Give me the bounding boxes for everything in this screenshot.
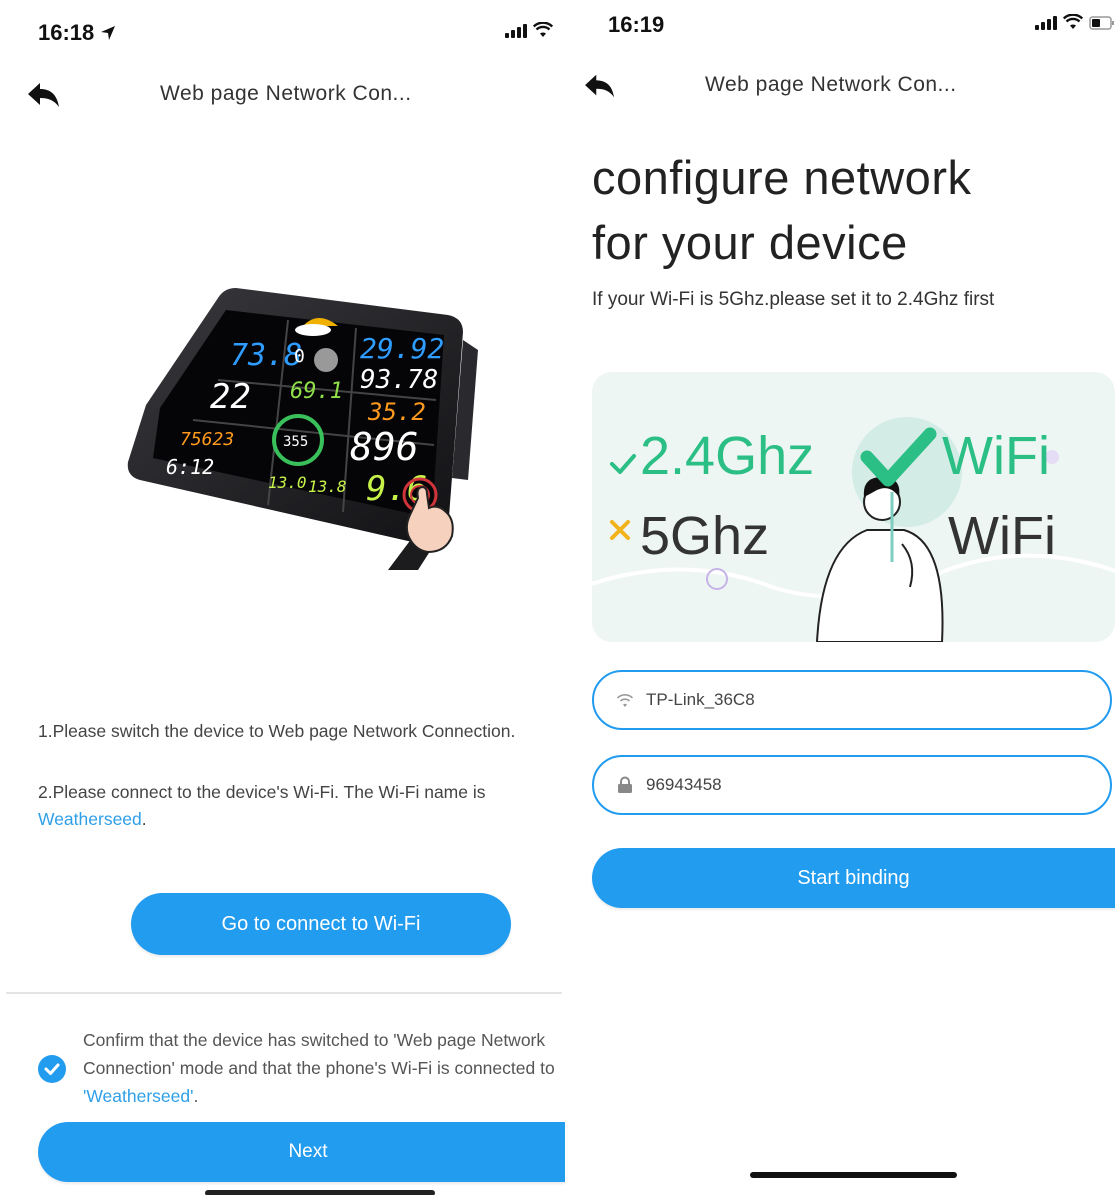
- display-direction: 355: [283, 434, 308, 450]
- signal-icon: [505, 24, 527, 38]
- status-icons: [505, 22, 553, 38]
- ssid-value: TP-Link_36C8: [646, 690, 755, 709]
- password-value: 96943458: [646, 775, 722, 794]
- wifi-band-illustration: 2.4Ghz WiFi 5Ghz WiFi: [592, 417, 1115, 642]
- weather-station-illustration: 73.8 22 0 69.1 29.92 93.78 35.2 75623 35…: [127, 288, 478, 570]
- wifi-band-banner: 2.4Ghz WiFi 5Ghz WiFi: [592, 372, 1115, 642]
- instruction-2: 2.Please connect to the device's Wi-Fi. …: [38, 779, 558, 833]
- home-indicator: [205, 1190, 435, 1195]
- page-title-line-2: for your device: [592, 216, 908, 269]
- band-hint: If your Wi-Fi is 5Ghz.please set it to 2…: [592, 289, 995, 310]
- wifi-name-link[interactable]: Weatherseed: [38, 809, 142, 829]
- display-humidity: 69.1: [290, 379, 343, 404]
- confirm-wifi-name: 'Weatherseed': [83, 1086, 194, 1106]
- location-arrow-icon: [101, 26, 116, 40]
- display-wind: 35.2: [367, 398, 426, 426]
- battery-icon: [1089, 16, 1114, 30]
- wifi-status-icon: [1063, 14, 1083, 29]
- display-rain: 896: [350, 425, 419, 469]
- lock-icon: [618, 776, 632, 793]
- next-button[interactable]: Next: [38, 1122, 565, 1182]
- go-to-wifi-button[interactable]: Go to connect to Wi-Fi: [131, 893, 511, 955]
- display-time: 6:12: [166, 455, 214, 479]
- bad-cross-icon: [610, 520, 630, 540]
- display-outdoor-temp: 73.8: [230, 338, 302, 373]
- ok-check-icon: [610, 454, 636, 474]
- status-icons: [1035, 14, 1115, 30]
- start-binding-button[interactable]: Start binding: [592, 848, 1115, 908]
- display-pressure-b: 93.78: [360, 365, 438, 395]
- display-pressure-a: 29.92: [360, 332, 444, 365]
- moon-icon: [314, 348, 338, 372]
- wifi-status-icon: [533, 22, 553, 37]
- password-field[interactable]: 96943458: [592, 755, 1112, 815]
- wifi-icon: [616, 694, 634, 707]
- ssid-field[interactable]: TP-Link_36C8: [592, 670, 1112, 730]
- instruction-2-text: 2.Please connect to the device's Wi-Fi. …: [38, 782, 486, 802]
- signal-icon: [1035, 16, 1057, 30]
- status-time: 16:18: [38, 20, 116, 46]
- page-title: configure network for your device: [592, 145, 971, 275]
- band-24ghz-wifi-label: WiFi: [942, 426, 1050, 486]
- band-5ghz-wifi-label: WiFi: [948, 506, 1056, 566]
- section-divider: [6, 992, 562, 994]
- confirm-checkbox[interactable]: [38, 1055, 66, 1083]
- display-indoor-temp: 22: [210, 377, 251, 417]
- page-title-line-1: configure network: [592, 151, 972, 204]
- nav-title: Web page Network Con...: [705, 73, 957, 96]
- confirm-text-body: Confirm that the device has switched to …: [83, 1030, 555, 1078]
- band-5ghz-label: 5Ghz: [640, 506, 769, 566]
- display-min-1: 13.0: [268, 473, 307, 492]
- display-moon-value: 0: [294, 346, 305, 367]
- cloud-icon: [295, 324, 331, 336]
- right-screen: 16:19 Web page Network Con... configure …: [575, 0, 1115, 1195]
- screen-gap: [565, 0, 575, 1195]
- back-arrow-icon[interactable]: [583, 72, 617, 100]
- left-screen: 16:18 Web page Network Con... 73.8 22 0: [0, 0, 565, 1195]
- confirm-text: Confirm that the device has switched to …: [83, 1026, 558, 1110]
- back-arrow-icon[interactable]: [26, 80, 62, 110]
- status-time: 16:19: [608, 12, 665, 37]
- home-indicator: [750, 1172, 957, 1178]
- instruction-1: 1.Please switch the device to Web page N…: [38, 721, 516, 741]
- instruction-2-suffix: .: [141, 809, 147, 829]
- nav-title: Web page Network Con...: [160, 82, 412, 105]
- display-date: 75623: [180, 429, 234, 450]
- band-24ghz-label: 2.4Ghz: [640, 426, 814, 486]
- checkmark-icon: [44, 1063, 60, 1075]
- confirm-suffix: .: [193, 1086, 199, 1106]
- display-min-2: 13.8: [308, 477, 347, 496]
